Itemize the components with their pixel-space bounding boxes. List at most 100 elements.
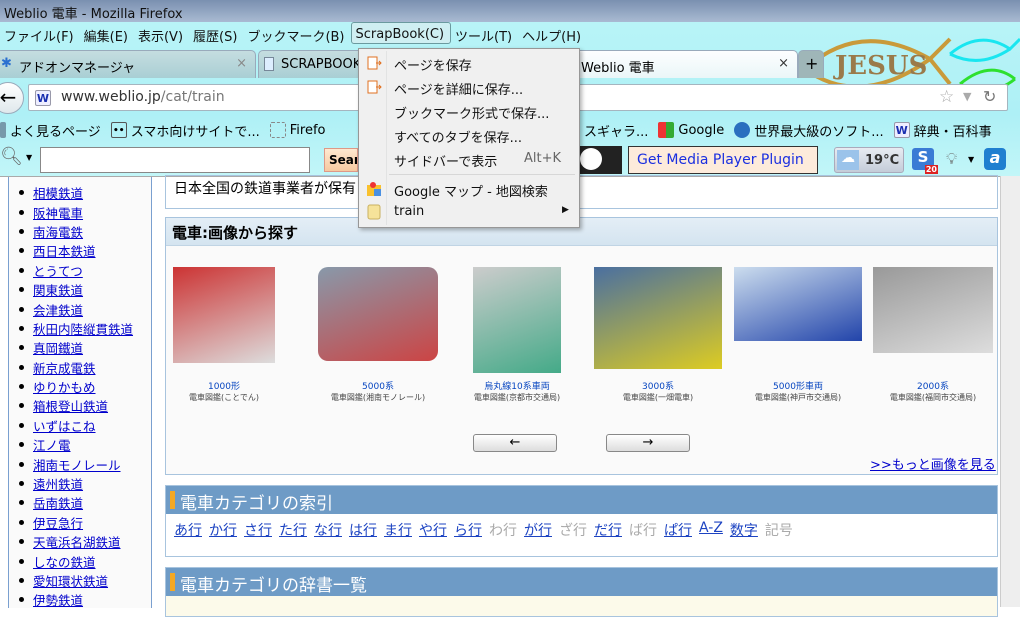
train-name[interactable]: 3000系 — [586, 379, 730, 392]
back-button[interactable]: ← — [0, 82, 24, 114]
train-name[interactable]: 1000形 — [165, 379, 283, 392]
bookmark-most-visited[interactable]: よく見るページ — [0, 118, 101, 142]
sidebar-link[interactable]: 遠州鉄道 — [33, 474, 83, 493]
train-photo[interactable] — [594, 267, 722, 369]
scrapbook-menu-item[interactable]: サイドバーで表示 Alt+K — [359, 148, 579, 170]
sidebar-link[interactable]: とうてつ — [33, 261, 83, 280]
scrapbook-menu-item[interactable]: ページを詳細に保存... — [359, 76, 579, 98]
media-widget[interactable] — [580, 146, 622, 174]
sidebar-link[interactable]: しなの鉄道 — [33, 552, 96, 571]
menu-scrapbook[interactable]: ScrapBook(C) — [350, 22, 452, 44]
tab-addon-manager[interactable]: ✱ アドオンマネージャ × — [0, 50, 256, 78]
train-photo[interactable] — [473, 267, 561, 373]
bookmark-smartphone[interactable]: •• スマホ向けサイトで... — [110, 118, 260, 142]
sidebar-link[interactable]: 愛知環状鉄道 — [33, 571, 108, 590]
menu-bookmarks[interactable]: ブックマーク(B) — [243, 22, 350, 45]
index-link[interactable]: ぱ行 — [664, 520, 692, 540]
next-button[interactable]: → — [606, 434, 690, 452]
close-tab-icon[interactable]: × — [236, 56, 247, 71]
media-player-plugin-button[interactable]: Get Media Player Plugin — [628, 146, 818, 174]
sidebar-link[interactable]: 箱根登山鉄道 — [33, 396, 108, 415]
train-name[interactable]: 2000系 — [865, 379, 1001, 392]
bookmark-star-icon[interactable]: ☆ — [939, 87, 954, 107]
index-link[interactable]: さ行 — [244, 520, 272, 540]
sidebar-link[interactable]: 西日本鉄道 — [33, 241, 96, 260]
index-link[interactable]: ら行 — [454, 520, 482, 540]
sidebar-link[interactable]: 岳南鉄道 — [33, 493, 83, 512]
menu-view[interactable]: 表示(V) — [134, 22, 189, 45]
sidebar-link[interactable]: 江ノ電 — [33, 435, 71, 454]
index-link[interactable]: は行 — [349, 520, 377, 540]
train-name[interactable]: 烏丸線10系車両 — [465, 379, 569, 392]
index-link[interactable]: か行 — [209, 520, 237, 540]
sidebar-link[interactable]: 湘南モノレール — [33, 455, 121, 474]
magnifier-icon[interactable]: 🔍︎ — [0, 146, 23, 167]
train-image-item[interactable]: 3000系 電車図鑑(一畑電車) — [586, 267, 730, 403]
sidebar-link[interactable]: 真岡鐵道 — [33, 338, 83, 357]
sidebar-link[interactable]: 伊豆急行 — [33, 513, 83, 532]
weather-widget[interactable]: ☁ 19°C — [834, 147, 904, 173]
lightbulb-icon[interactable]: 💡︎ — [946, 149, 957, 169]
train-photo[interactable] — [873, 267, 993, 353]
bookmark-gallery[interactable]: スギャラ... — [584, 118, 648, 142]
scrapbook-menu-item[interactable]: すべてのタブを保存... — [359, 124, 579, 146]
train-photo[interactable] — [318, 267, 438, 361]
sidebar-link[interactable]: ゆりかもめ — [33, 377, 96, 396]
index-link[interactable]: 数字 — [730, 520, 758, 540]
vertical-scrollbar[interactable] — [1000, 176, 1020, 607]
intro-text: 日本全国の鉄道事業者が保有 — [174, 181, 356, 197]
scrapbook-menu-item[interactable]: train ▶ — [359, 201, 579, 223]
train-image-item[interactable]: 5000形車両 電車図鑑(神戸市交通局) — [726, 267, 870, 403]
scrapbook-menu-item[interactable]: Google マップ - 地図検索 — [359, 178, 579, 200]
toolbar-search-input[interactable] — [40, 147, 310, 173]
more-images-link[interactable]: >>もっと画像を見る — [870, 454, 996, 473]
bookmark-dictionary[interactable]: W 辞典・百科事 — [893, 118, 992, 142]
sidebar-link[interactable]: 南海電鉄 — [33, 222, 83, 241]
index-link[interactable]: だ行 — [594, 520, 622, 540]
skype-s-icon[interactable]: S 20 — [912, 148, 938, 174]
index-link[interactable]: た行 — [279, 520, 307, 540]
sidebar-link[interactable]: 天竜浜名湖鉄道 — [33, 532, 121, 551]
index-link[interactable]: あ行 — [174, 520, 202, 540]
dropdown-arrow-icon[interactable]: ▼ — [968, 155, 974, 164]
dropdown-arrow-icon[interactable]: ▼ — [26, 153, 32, 162]
prev-button[interactable]: ← — [473, 434, 557, 452]
dropdown-arrow-icon[interactable]: ▼ — [963, 90, 971, 103]
scrapbook-menu-item[interactable]: ブックマーク形式で保存... — [359, 100, 579, 122]
index-link[interactable]: A-Z — [699, 520, 723, 540]
train-photo[interactable] — [173, 267, 275, 363]
sidebar-link[interactable]: 関東鉄道 — [33, 280, 83, 299]
addon-a-icon[interactable]: a — [984, 148, 1006, 170]
train-image-item[interactable]: 5000系 電車図鑑(湘南モノレール) — [310, 267, 446, 403]
index-link[interactable]: や行 — [419, 520, 447, 540]
sidebar-link[interactable]: 秋田内陸縦貫鉄道 — [33, 319, 133, 338]
index-link[interactable]: ま行 — [384, 520, 412, 540]
bookmark-software[interactable]: 世界最大級のソフト... — [734, 118, 884, 142]
menu-item-label: ブックマーク形式で保存... — [394, 107, 550, 122]
sidebar-link[interactable]: 相模鉄道 — [33, 183, 83, 202]
menu-edit[interactable]: 編集(E) — [80, 22, 134, 45]
menu-history[interactable]: 履歴(S) — [189, 22, 243, 45]
menu-help[interactable]: ヘルプ(H) — [518, 22, 587, 45]
index-link[interactable]: が行 — [524, 520, 552, 540]
bookmark-firefox[interactable]: Firefo — [269, 118, 328, 142]
bookmark-google[interactable]: Google — [658, 118, 724, 142]
index-link[interactable]: な行 — [314, 520, 342, 540]
train-image-item[interactable]: 1000形 電車図鑑(ことでん) — [165, 267, 283, 403]
sidebar-link[interactable]: 会津鉄道 — [33, 300, 83, 319]
search-button[interactable]: Sear — [324, 148, 358, 172]
train-name[interactable]: 5000形車両 — [726, 379, 870, 392]
new-tab-button[interactable]: + — [798, 50, 824, 78]
menu-tools[interactable]: ツール(T) — [451, 22, 518, 45]
scrapbook-menu-item[interactable]: ページを保存 — [359, 52, 579, 74]
train-image-item[interactable]: 烏丸線10系車両 電車図鑑(京都市交通局) — [465, 267, 569, 403]
train-photo[interactable] — [734, 267, 862, 341]
sidebar-link[interactable]: 新京成電鉄 — [33, 358, 96, 377]
sidebar-link[interactable]: いずはこね — [33, 416, 96, 435]
close-tab-icon[interactable]: × — [778, 56, 789, 71]
menu-file[interactable]: ファイル(F) — [0, 22, 80, 45]
sidebar-link[interactable]: 阪神電車 — [33, 203, 83, 222]
train-name[interactable]: 5000系 — [310, 379, 446, 392]
reload-icon[interactable]: ↻ — [983, 87, 996, 106]
train-image-item[interactable]: 2000系 電車図鑑(福岡市交通局) — [865, 267, 1001, 403]
